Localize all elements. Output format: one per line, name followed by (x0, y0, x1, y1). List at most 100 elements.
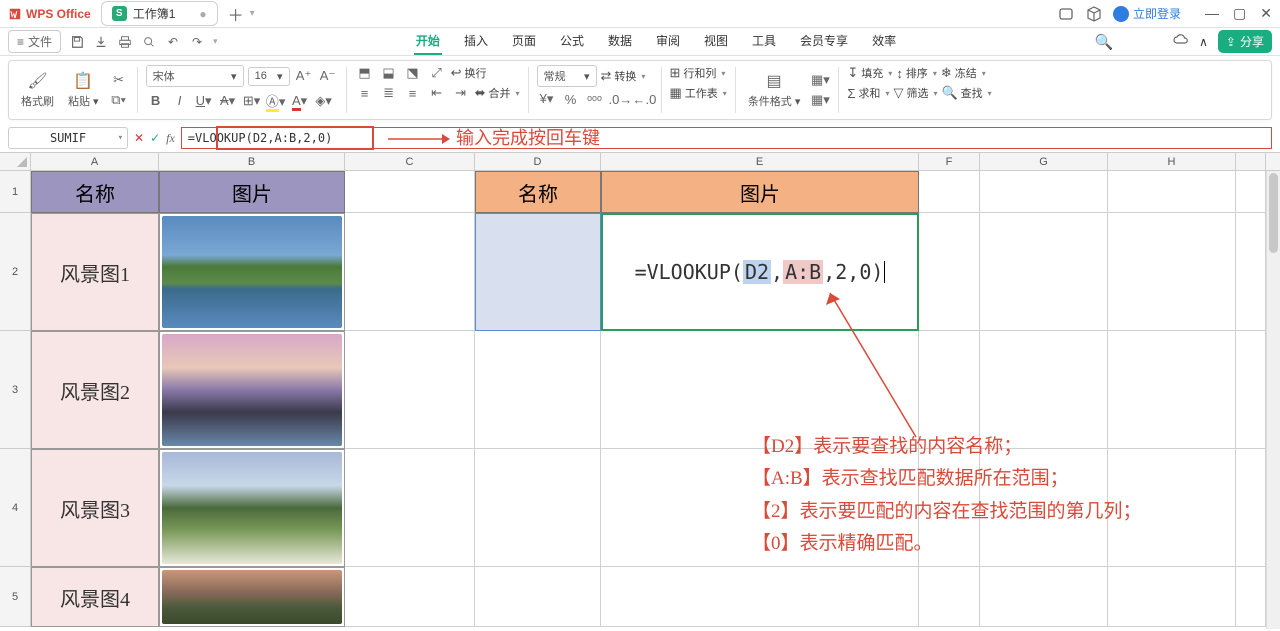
undo-icon[interactable]: ↶ (165, 34, 181, 50)
cell-d4[interactable] (475, 449, 601, 567)
indent-inc-icon[interactable]: ⇥ (451, 85, 471, 101)
effects-button[interactable]: ◈▾ (314, 93, 334, 109)
cloud-icon[interactable] (1173, 32, 1189, 51)
new-tab-button[interactable]: ＋ (224, 2, 248, 26)
cell-g3[interactable] (980, 331, 1108, 449)
sum-button[interactable]: Σ求和 (847, 85, 889, 101)
vertical-scrollbar[interactable] (1266, 171, 1280, 629)
font-size-select[interactable]: 16▾ (248, 67, 290, 86)
minimize-button[interactable]: — (1205, 5, 1219, 22)
cell-h5[interactable] (1108, 567, 1236, 627)
maximize-button[interactable]: ▢ (1233, 5, 1246, 22)
cell-f4[interactable] (919, 449, 980, 567)
cell-e3[interactable] (601, 331, 919, 449)
tab-member[interactable]: 会员专享 (798, 28, 850, 55)
indent-dec-icon[interactable]: ⇤ (427, 85, 447, 101)
tab-insert[interactable]: 插入 (462, 28, 490, 55)
row-header-2[interactable]: 2 (0, 213, 31, 331)
row-header-3[interactable]: 3 (0, 331, 31, 449)
align-right-icon[interactable]: ≡ (403, 86, 423, 101)
share-button[interactable]: ⇪分享 (1218, 30, 1272, 53)
redo-icon[interactable]: ↷ (189, 34, 205, 50)
cell-a2[interactable]: 风景图1 (31, 213, 159, 331)
col-header-e[interactable]: E (601, 153, 919, 170)
cell-d5[interactable] (475, 567, 601, 627)
tab-home[interactable]: 开始 (414, 28, 442, 55)
cell-g5[interactable] (980, 567, 1108, 627)
cut-button[interactable]: ✂ (109, 72, 129, 88)
export-icon[interactable] (93, 34, 109, 50)
save-icon[interactable] (69, 34, 85, 50)
worksheet-button[interactable]: ▦工作表 (670, 85, 727, 101)
cell-h1[interactable] (1108, 171, 1236, 213)
find-button[interactable]: 🔍查找 (941, 85, 991, 101)
col-header-f[interactable]: F (919, 153, 980, 170)
underline-button[interactable]: U▾ (194, 93, 214, 109)
cell-a1[interactable]: 名称 (31, 171, 159, 213)
cell-rest4[interactable] (1236, 449, 1266, 567)
cell-h3[interactable] (1108, 331, 1236, 449)
cell-b4[interactable] (159, 449, 345, 567)
tab-page[interactable]: 页面 (510, 28, 538, 55)
col-header-g[interactable]: G (980, 153, 1108, 170)
cell-rest1[interactable] (1236, 171, 1266, 213)
italic-button[interactable]: I (170, 93, 190, 108)
cell-e4[interactable] (601, 449, 919, 567)
cell-c1[interactable] (345, 171, 475, 213)
cell-a3[interactable]: 风景图2 (31, 331, 159, 449)
cell-a5[interactable]: 风景图4 (31, 567, 159, 627)
freeze-button[interactable]: ❄冻结 (941, 65, 986, 81)
align-middle-icon[interactable]: ⬓ (379, 65, 399, 81)
cell-g2[interactable] (980, 213, 1108, 331)
print-preview-icon[interactable] (141, 34, 157, 50)
print-icon[interactable] (117, 34, 133, 50)
close-button[interactable]: ✕ (1260, 5, 1272, 22)
cell-e5[interactable] (601, 567, 919, 627)
cell-b2[interactable] (159, 213, 345, 331)
fx-button[interactable]: fx (166, 131, 175, 146)
wrap-button[interactable]: ↩换行 (451, 65, 487, 81)
fill-button[interactable]: ↧填充 (847, 65, 892, 81)
cell-d1[interactable]: 名称 (475, 171, 601, 213)
decrease-decimal-icon[interactable]: ←.0 (633, 92, 653, 107)
cell-f2[interactable] (919, 213, 980, 331)
cell-d2[interactable] (475, 213, 601, 331)
row-header-4[interactable]: 4 (0, 449, 31, 567)
cell-g1[interactable] (980, 171, 1108, 213)
currency-icon[interactable]: ¥▾ (537, 91, 557, 107)
name-box[interactable]: SUMIF▾ (8, 127, 128, 149)
cell-e1[interactable]: 图片 (601, 171, 919, 213)
format-painter-button[interactable]: 🖌格式刷 (17, 69, 58, 111)
font-color-button[interactable]: A▾ (290, 93, 310, 109)
cell-f1[interactable] (919, 171, 980, 213)
fill-color-button[interactable]: Ⓐ▾ (266, 91, 286, 110)
document-tab[interactable]: S 工作簿1 ● (101, 1, 218, 26)
cell-c4[interactable] (345, 449, 475, 567)
col-header-b[interactable]: B (159, 153, 345, 170)
col-header-c[interactable]: C (345, 153, 475, 170)
table-style-icon[interactable]: ▦▾ (810, 92, 830, 108)
col-header-d[interactable]: D (475, 153, 601, 170)
col-header-h[interactable]: H (1108, 153, 1236, 170)
login-link[interactable]: 立即登录 (1113, 5, 1181, 22)
increase-font-icon[interactable]: A⁺ (294, 68, 314, 84)
row-header-5[interactable]: 5 (0, 567, 31, 627)
cell-h2[interactable] (1108, 213, 1236, 331)
select-all-corner[interactable] (0, 153, 31, 170)
filter-button[interactable]: ▽筛选 (893, 85, 937, 101)
thousand-sep-icon[interactable]: ᵒᵒᵒ (585, 92, 605, 107)
search-icon[interactable]: 🔍 (1094, 33, 1113, 51)
tab-view[interactable]: 视图 (702, 28, 730, 55)
new-tab-dropdown[interactable]: ▾ (250, 8, 255, 19)
conditional-format-button[interactable]: ▤条件格式 ▾ (744, 69, 805, 111)
border-button[interactable]: ⊞▾ (242, 93, 262, 109)
align-bottom-icon[interactable]: ⬔ (403, 65, 423, 81)
tab-review[interactable]: 审阅 (654, 28, 682, 55)
window-list-icon[interactable] (1057, 5, 1075, 23)
number-format-select[interactable]: 常规▾ (537, 65, 597, 87)
percent-icon[interactable]: % (561, 92, 581, 107)
cube-icon[interactable] (1085, 5, 1103, 23)
cell-style-icon[interactable]: ▦▾ (810, 72, 830, 88)
merge-button[interactable]: ⬌合并 (475, 85, 520, 101)
cell-rest2[interactable] (1236, 213, 1266, 331)
